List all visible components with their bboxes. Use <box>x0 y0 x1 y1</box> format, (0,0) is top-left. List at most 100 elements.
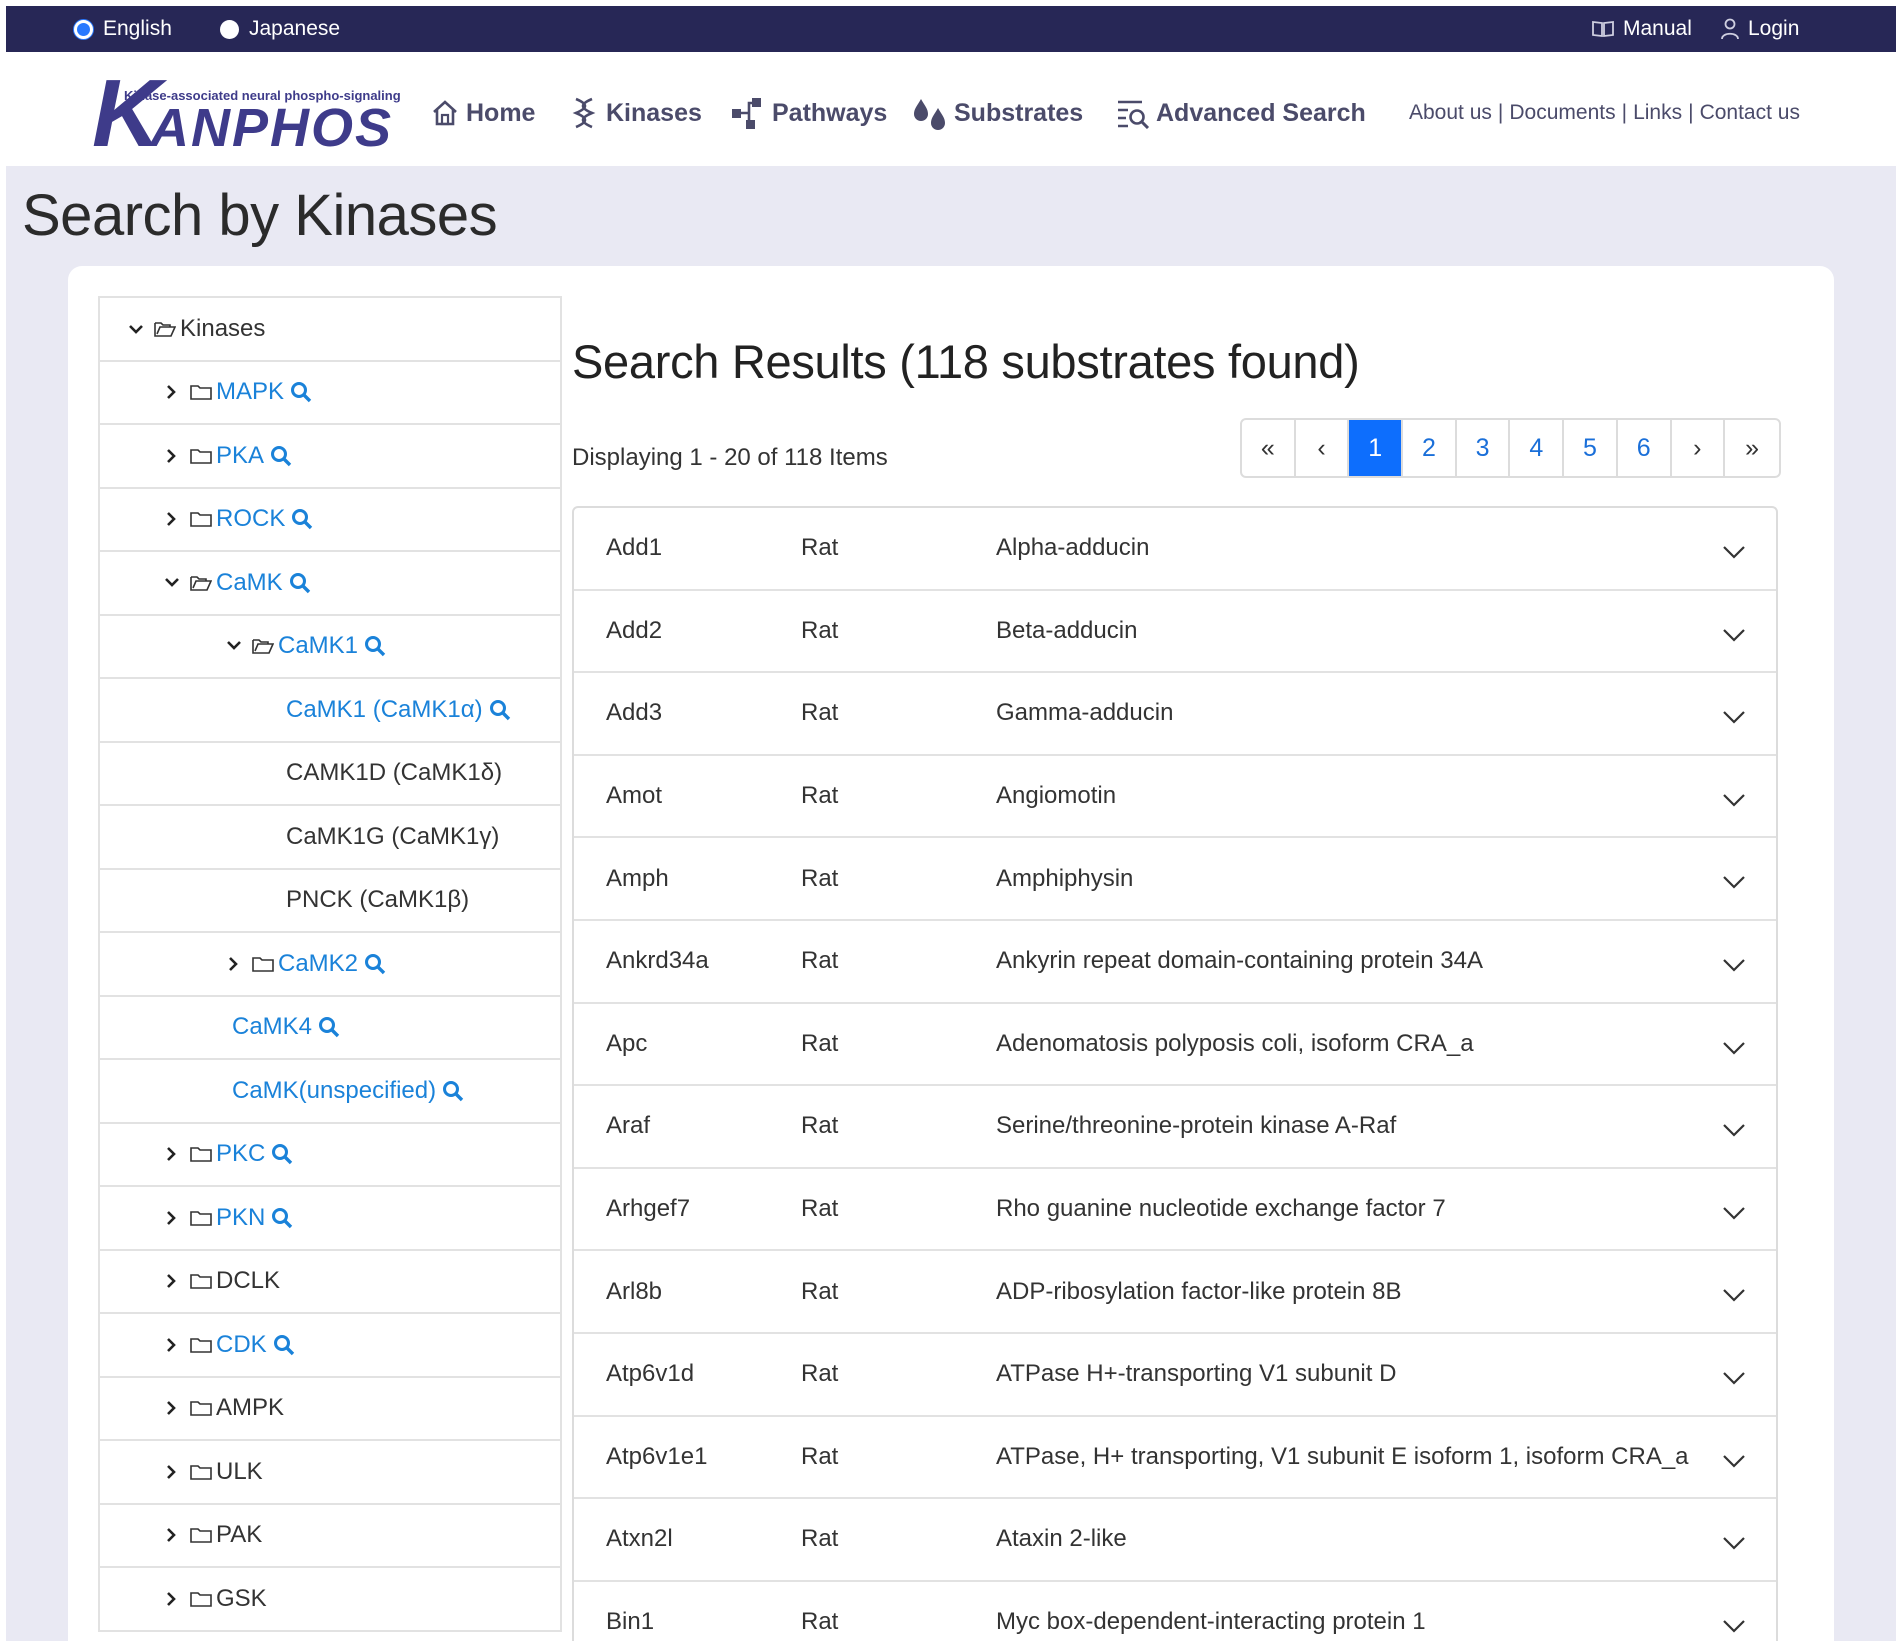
tree-item[interactable]: CaMK1 <box>100 616 560 679</box>
pager-page-button[interactable]: 1 <box>1349 420 1404 476</box>
table-row[interactable]: Arhgef7 Rat Rho guanine nucleotide exchang… <box>574 1169 1776 1252</box>
tree-item[interactable]: DCLK <box>100 1251 560 1314</box>
search-icon[interactable] <box>271 1143 293 1165</box>
table-row[interactable]: Atp6v1e1 Rat ATPase, H+ transporting, V1 s… <box>574 1417 1776 1500</box>
tree-item-label[interactable]: PKA <box>216 442 264 470</box>
chevron-down-icon[interactable] <box>126 323 146 335</box>
chevron-down-icon[interactable] <box>162 575 182 591</box>
chevron-down-icon[interactable] <box>1722 703 1746 731</box>
search-icon[interactable] <box>291 508 313 530</box>
tree-item[interactable]: CDK <box>100 1314 560 1378</box>
link-documents[interactable]: Documents <box>1509 101 1615 125</box>
tree-item-label[interactable]: MAPK <box>216 378 284 406</box>
tree-item-label[interactable]: CaMK2 <box>278 950 358 978</box>
tree-item[interactable]: CaMK(unspecified) <box>100 1060 560 1124</box>
tree-item[interactable]: CaMK1 (CaMK1α) <box>100 679 560 743</box>
link-links[interactable]: Links <box>1633 101 1682 125</box>
tree-item[interactable]: AMPK <box>100 1378 560 1441</box>
pager-nav-button[interactable]: » <box>1725 420 1779 476</box>
pager-page-button[interactable]: 2 <box>1403 420 1457 476</box>
chevron-down-icon[interactable] <box>1722 621 1746 649</box>
chevron-down-icon[interactable] <box>1722 1281 1746 1309</box>
table-row[interactable]: Araf Rat Serine/threonine-protein kinase A… <box>574 1086 1776 1169</box>
chevron-right-icon[interactable] <box>224 956 244 972</box>
tree-item[interactable]: CaMK4 <box>100 997 560 1060</box>
tree-item-label[interactable]: ROCK <box>216 505 285 533</box>
pager-page-button[interactable]: 5 <box>1564 420 1618 476</box>
search-icon[interactable] <box>442 1080 464 1102</box>
kanphos-logo[interactable]: K ANPHOS Kinase-associated neural phosph… <box>92 60 422 167</box>
tree-item[interactable]: CaMK1G (CaMK1γ) <box>100 806 560 870</box>
nav-pathways[interactable]: Pathways <box>730 96 887 130</box>
tree-item[interactable]: CaMK2 <box>100 933 560 997</box>
table-row[interactable]: Add1 Rat Alpha-adducin <box>574 508 1776 591</box>
link-about-us[interactable]: About us <box>1409 101 1492 125</box>
pager-nav-button[interactable]: « <box>1242 420 1296 476</box>
search-icon[interactable] <box>290 381 312 403</box>
tree-item[interactable]: PKN <box>100 1187 560 1251</box>
chevron-right-icon[interactable] <box>162 1337 182 1353</box>
tree-item[interactable]: MAPK <box>100 362 560 425</box>
chevron-down-icon[interactable] <box>1722 951 1746 979</box>
search-icon[interactable] <box>364 635 386 657</box>
manual-link[interactable]: Manual <box>1591 6 1692 52</box>
search-icon[interactable] <box>364 953 386 975</box>
tree-item[interactable]: ULK <box>100 1441 560 1505</box>
chevron-right-icon[interactable] <box>162 1210 182 1226</box>
chevron-down-icon[interactable] <box>1722 868 1746 896</box>
pager-nav-button[interactable]: › <box>1672 420 1726 476</box>
tree-item-label[interactable]: CaMK <box>216 569 283 597</box>
radio-selected-icon[interactable] <box>74 19 93 39</box>
table-row[interactable]: Apc Rat Adenomatosis polyposis coli, isofo… <box>574 1004 1776 1087</box>
chevron-down-icon[interactable] <box>1722 786 1746 814</box>
search-icon[interactable] <box>318 1016 340 1038</box>
pager-page-button[interactable]: 3 <box>1457 420 1511 476</box>
chevron-down-icon[interactable] <box>1722 1199 1746 1227</box>
chevron-right-icon[interactable] <box>162 1273 182 1289</box>
pager-page-button[interactable]: 6 <box>1618 420 1672 476</box>
chevron-right-icon[interactable] <box>162 1146 182 1162</box>
chevron-right-icon[interactable] <box>162 1527 182 1543</box>
tree-item[interactable]: PKC <box>100 1124 560 1187</box>
lang-japanese-option[interactable]: Japanese <box>220 6 340 52</box>
table-row[interactable]: Add2 Rat Beta-adducin <box>574 591 1776 674</box>
table-row[interactable]: Add3 Rat Gamma-adducin <box>574 673 1776 756</box>
chevron-right-icon[interactable] <box>162 448 182 464</box>
tree-item[interactable]: PKA <box>100 425 560 489</box>
search-icon[interactable] <box>270 445 292 467</box>
tree-item[interactable]: PAK <box>100 1505 560 1568</box>
nav-advanced-search[interactable]: Advanced Search <box>1116 96 1366 130</box>
tree-root[interactable]: Kinases <box>100 298 560 362</box>
tree-item-label[interactable]: PKC <box>216 1140 265 1168</box>
table-row[interactable]: Bin1 Rat Myc box-dependent-interacting pro… <box>574 1582 1776 1641</box>
pager-page-button[interactable]: 4 <box>1510 420 1565 476</box>
chevron-down-icon[interactable] <box>224 638 244 654</box>
chevron-right-icon[interactable] <box>162 1400 182 1416</box>
radio-unselected-icon[interactable] <box>220 19 239 39</box>
tree-item[interactable]: GSK <box>100 1568 560 1632</box>
chevron-down-icon[interactable] <box>1722 1612 1746 1640</box>
lang-english-option[interactable]: English <box>74 6 172 52</box>
search-icon[interactable] <box>489 699 511 721</box>
pager-nav-button[interactable]: ‹ <box>1296 420 1350 476</box>
nav-kinases[interactable]: Kinases <box>568 96 702 130</box>
nav-home[interactable]: Home <box>430 96 535 130</box>
tree-item-label[interactable]: CaMK1 <box>278 632 358 660</box>
tree-item-label[interactable]: CaMK(unspecified) <box>232 1077 436 1105</box>
tree-item-label[interactable]: CaMK4 <box>232 1013 312 1041</box>
tree-item[interactable]: ROCK <box>100 489 560 552</box>
chevron-down-icon[interactable] <box>1722 538 1746 566</box>
tree-item[interactable]: CaMK <box>100 552 560 616</box>
tree-item[interactable]: CAMK1D (CaMK1δ) <box>100 743 560 806</box>
chevron-down-icon[interactable] <box>1722 1364 1746 1392</box>
chevron-right-icon[interactable] <box>162 384 182 400</box>
search-icon[interactable] <box>273 1334 295 1356</box>
table-row[interactable]: Arl8b Rat ADP-ribosylation factor-like pro… <box>574 1251 1776 1334</box>
table-row[interactable]: Amph Rat Amphiphysin <box>574 838 1776 921</box>
nav-substrates[interactable]: Substrates <box>912 96 1083 130</box>
tree-item[interactable]: PNCK (CaMK1β) <box>100 870 560 933</box>
tree-item-label[interactable]: PKN <box>216 1204 265 1232</box>
table-row[interactable]: Atxn2l Rat Ataxin 2-like <box>574 1499 1776 1582</box>
table-row[interactable]: Amot Rat Angiomotin <box>574 756 1776 839</box>
chevron-right-icon[interactable] <box>162 1591 182 1607</box>
